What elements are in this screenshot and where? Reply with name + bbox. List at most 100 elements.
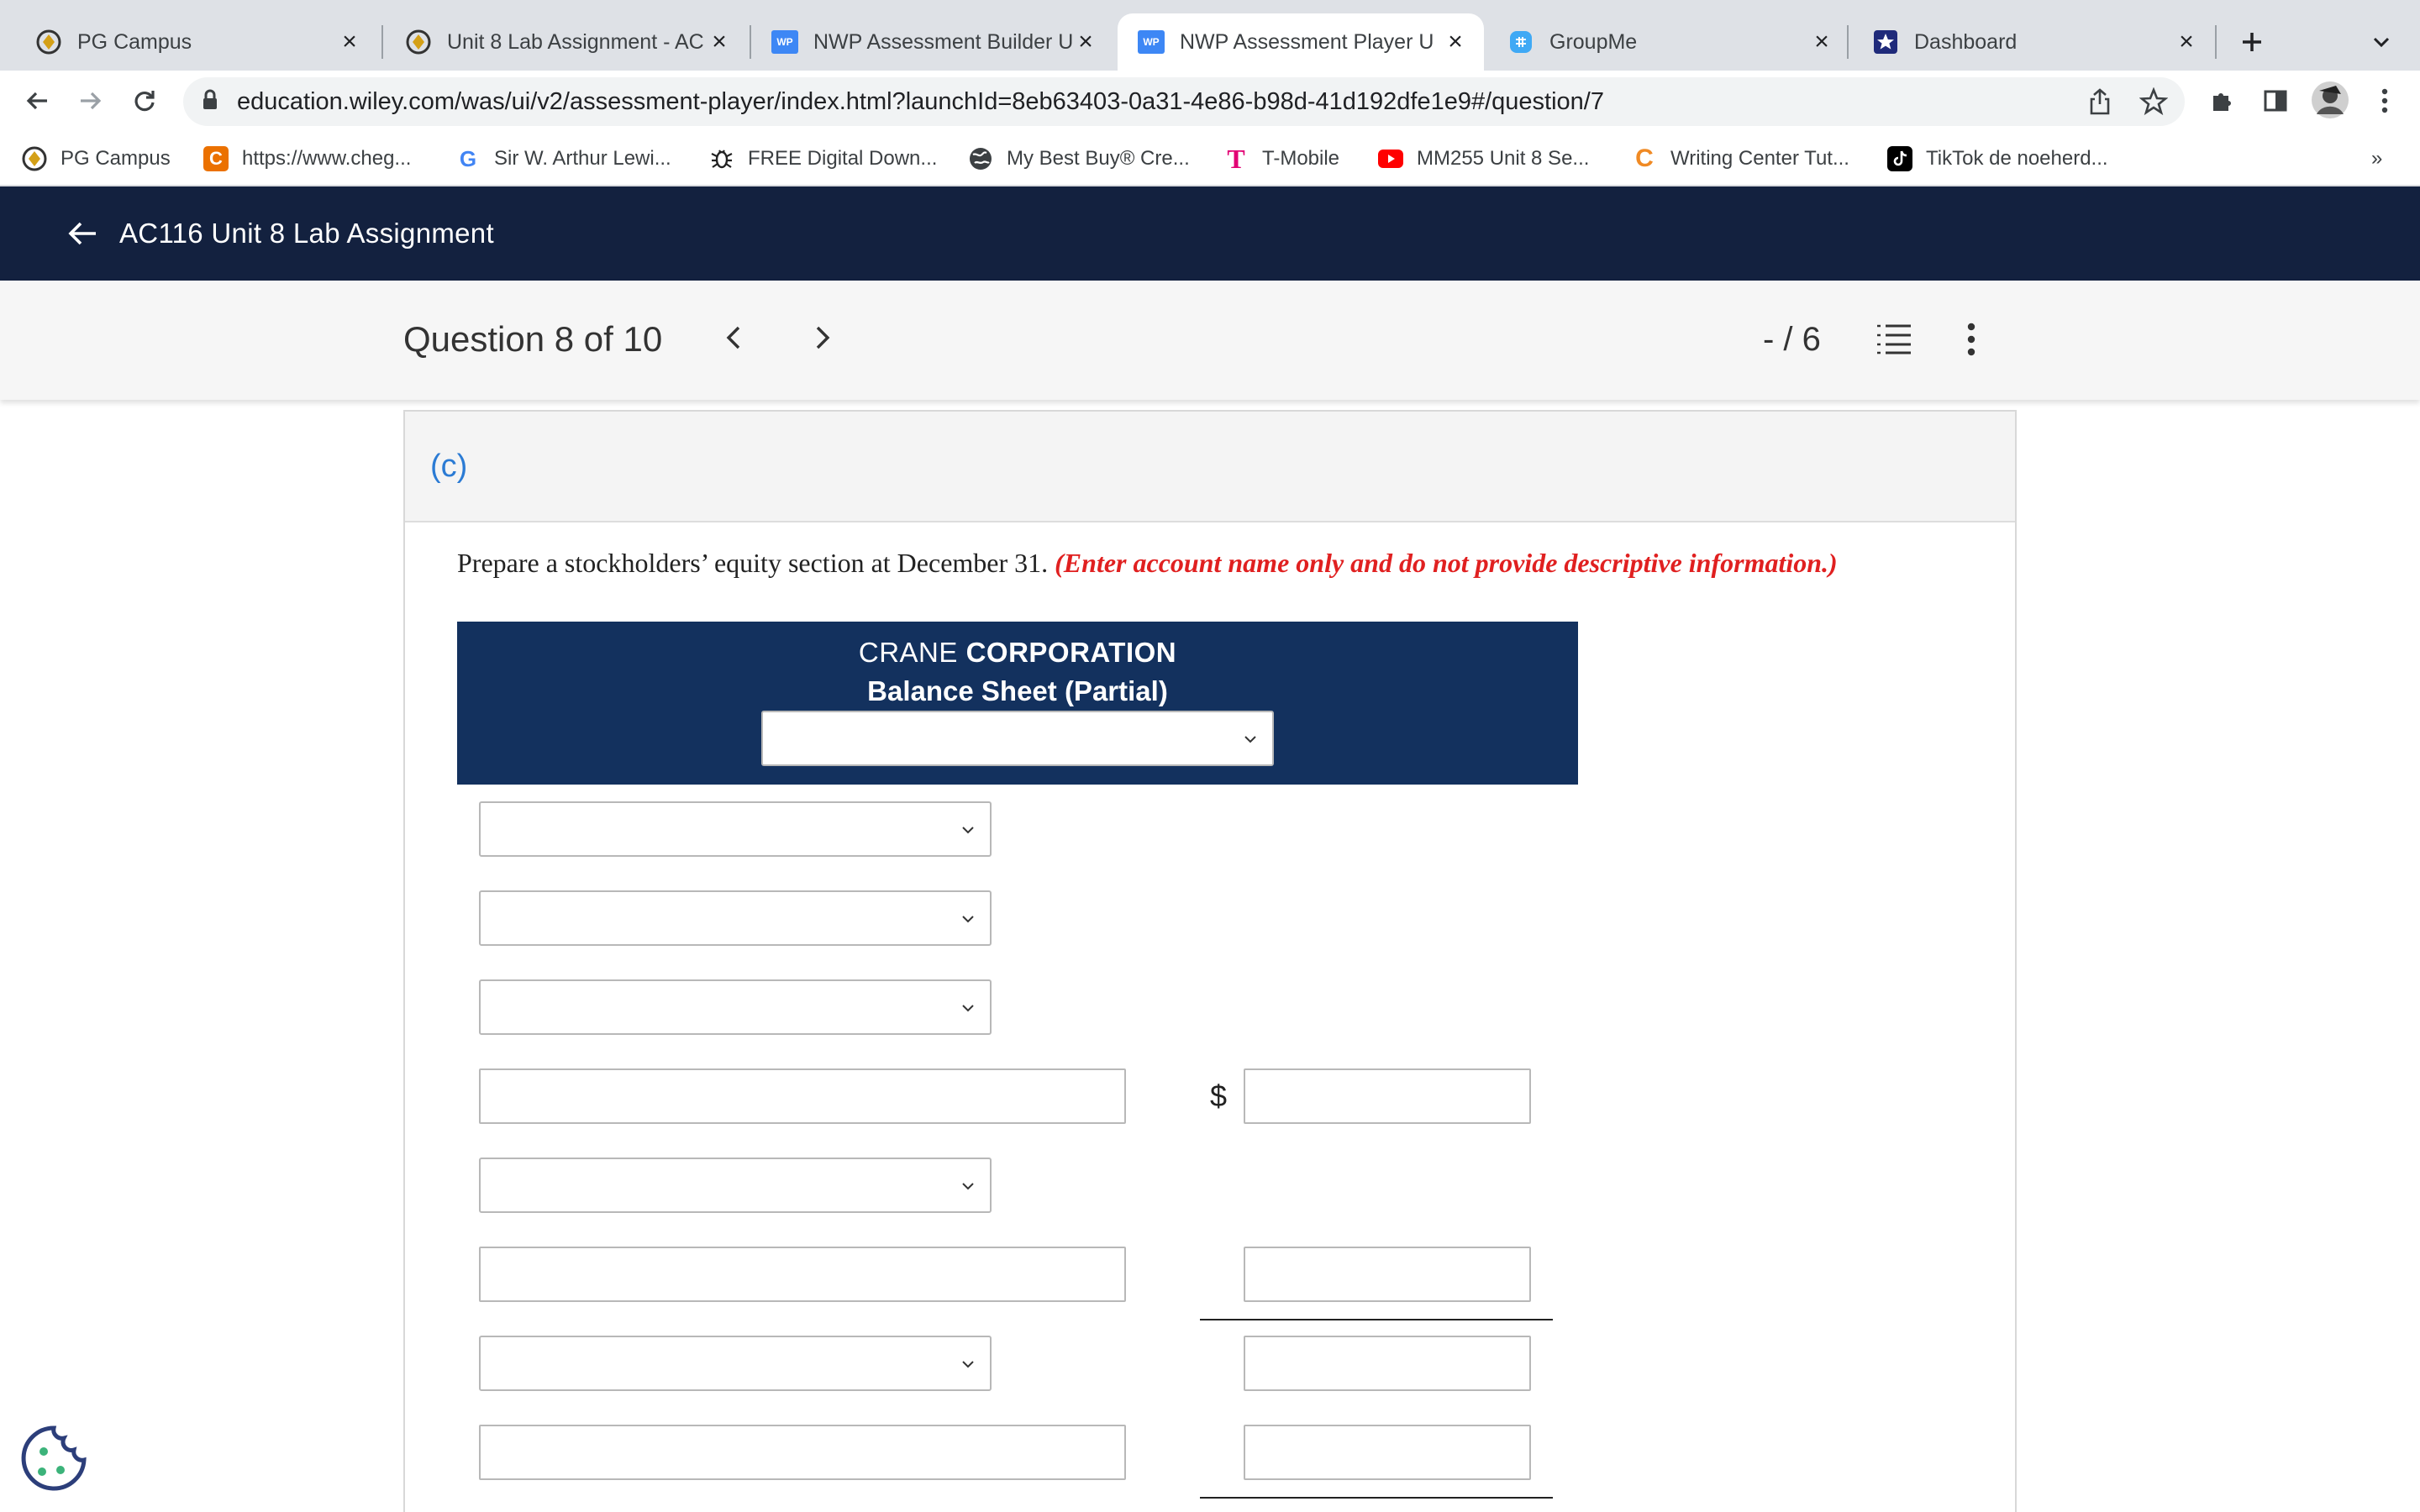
more-options-kebab-icon[interactable] [1963,323,1980,356]
lock-icon[interactable] [202,89,218,115]
forward-arrow-icon[interactable] [72,82,109,119]
tab-separator [2215,25,2217,59]
bookmark-free-digital[interactable]: FREE Digital Down... [709,143,937,175]
cookie-settings-icon[interactable] [18,1423,89,1494]
pg-campus-icon [35,29,62,55]
bookmark-pg-campus[interactable]: PG Campus [22,143,171,175]
reload-icon[interactable] [126,82,163,119]
close-icon[interactable]: × [1442,29,1469,55]
writing-center-icon: C [1635,144,1654,172]
browser-menu-kebab-icon[interactable] [2366,82,2403,119]
next-question-chevron-right-icon[interactable] [803,319,840,356]
question-prompt: Prepare a stockholders’ equity section a… [457,548,1838,578]
google-icon: G [459,145,477,171]
tab-separator [1847,25,1849,59]
company-name: CRANE CORPORATION [858,637,1177,668]
pg-campus-icon [22,146,47,171]
chevron-down-icon [962,827,974,834]
question-list-icon[interactable] [1876,323,1912,356]
tmobile-icon: T [1227,143,1245,174]
previous-question-chevron-left-icon[interactable] [716,319,753,356]
tab-separator [381,25,383,59]
browser-tab-strip: PG Campus × Unit 8 Lab Assignment - AC ×… [0,0,2420,71]
tab-unit-8-lab[interactable]: Unit 8 Lab Assignment - AC × [385,13,748,71]
balance-sheet-header: CRANE CORPORATION Balance Sheet (Partial… [457,622,1578,785]
bookmark-tmobile[interactable]: T T-Mobile [1223,143,1339,175]
assignment-header: AC116 Unit 8 Lab Assignment [0,186,2420,281]
amount-input-row-6[interactable] [1244,1247,1531,1302]
account-select-row-2[interactable] [479,890,992,946]
tab-title: GroupMe [1549,29,1638,54]
question-part-label: (c) [430,449,468,484]
pg-campus-icon [405,29,432,55]
question-score: - / 6 [1763,321,1821,358]
bookmarks-bar: PG Campus C https://www.cheg... G Sir W.… [0,131,2420,186]
currency-symbol: $ [1210,1079,1228,1113]
amount-input-row-4[interactable] [1244,1068,1531,1124]
close-icon[interactable]: × [2173,29,2200,55]
tab-pg-campus[interactable]: PG Campus × [15,13,378,71]
close-icon[interactable]: × [336,29,363,55]
account-select-row-5[interactable] [479,1158,992,1213]
tab-nwp-player[interactable]: WP NWP Assessment Player U × [1118,13,1484,71]
tab-title: PG Campus [77,29,192,54]
groupme-icon [1507,29,1534,55]
new-tab-plus-icon[interactable] [2233,24,2270,60]
tab-title: Dashboard [1914,29,2018,54]
bookmark-writing-center[interactable]: C Writing Center Tut... [1632,143,1849,175]
address-bar[interactable]: education.wiley.com/was/ui/v2/assessment… [183,77,2185,126]
wp-icon: WP [1138,29,1165,55]
chevron-down-icon [962,916,974,923]
tab-groupme[interactable]: GroupMe × [1487,13,1850,71]
tab-nwp-builder[interactable]: WP NWP Assessment Builder U × [751,13,1114,71]
extensions-puzzle-icon[interactable] [2203,82,2240,119]
back-arrow-icon[interactable] [18,82,55,119]
tab-title: NWP Assessment Player U [1180,29,1434,54]
account-name-input-row-8[interactable] [479,1425,1126,1480]
bookmark-best-buy[interactable]: My Best Buy® Cre... [968,143,1190,175]
close-icon[interactable]: × [706,29,733,55]
statement-title: Balance Sheet (Partial) [867,675,1168,706]
bug-icon [709,146,734,171]
url-text: education.wiley.com/was/ui/v2/assessment… [237,87,1604,115]
close-icon[interactable]: × [1072,29,1099,55]
share-icon[interactable] [2087,87,2112,120]
question-part-header: (c) [405,412,2015,522]
chevron-down-icon [962,1005,974,1012]
bookmark-mm255[interactable]: MM255 Unit 8 Se... [1378,143,1589,175]
tab-title: NWP Assessment Builder U [813,29,1072,54]
bookmark-tiktok[interactable]: TikTok de noeherd... [1887,143,2108,175]
tiktok-icon [1887,146,1912,171]
bookmark-sir-arthur[interactable]: G Sir W. Arthur Lewi... [455,143,671,175]
assignment-title: AC116 Unit 8 Lab Assignment [119,218,494,249]
question-nav-bar: Question 8 of 10 - / 6 [0,281,2420,400]
browser-toolbar: education.wiley.com/was/ui/v2/assessment… [0,71,2420,131]
chevron-down-icon [1244,736,1256,743]
subtotal-rule [1200,1319,1553,1320]
youtube-icon [1378,146,1403,171]
globe-icon [968,146,993,171]
tab-dashboard[interactable]: Dashboard × [1852,13,2215,71]
account-select-row-3[interactable] [479,979,992,1035]
account-select-row-7[interactable] [479,1336,992,1391]
tab-title: Unit 8 Lab Assignment - AC [447,29,704,54]
account-name-input-row-6[interactable] [479,1247,1126,1302]
amount-input-row-7[interactable] [1244,1336,1531,1391]
chevron-down-icon [962,1183,974,1190]
question-counter: Question 8 of 10 [403,319,663,359]
back-arrow-icon[interactable] [64,215,101,252]
account-select-row-1[interactable] [479,801,992,857]
account-name-input-row-4[interactable] [479,1068,1126,1124]
bookmark-star-icon[interactable] [2139,87,2169,120]
chegg-icon: C [203,146,229,171]
side-panel-icon[interactable] [2257,82,2294,119]
profile-avatar[interactable] [2309,79,2351,121]
bookmarks-overflow-button[interactable]: » [2371,143,2382,175]
statement-date-select[interactable] [761,711,1274,766]
tab-search-chevron-down-icon[interactable] [2363,24,2400,60]
amount-input-row-8[interactable] [1244,1425,1531,1480]
question-panel: (c) Prepare a stockholders’ equity secti… [403,410,2017,1512]
bookmark-chegg[interactable]: C https://www.cheg... [203,143,411,175]
close-icon[interactable]: × [1808,29,1835,55]
dashboard-star-icon [1872,29,1899,55]
